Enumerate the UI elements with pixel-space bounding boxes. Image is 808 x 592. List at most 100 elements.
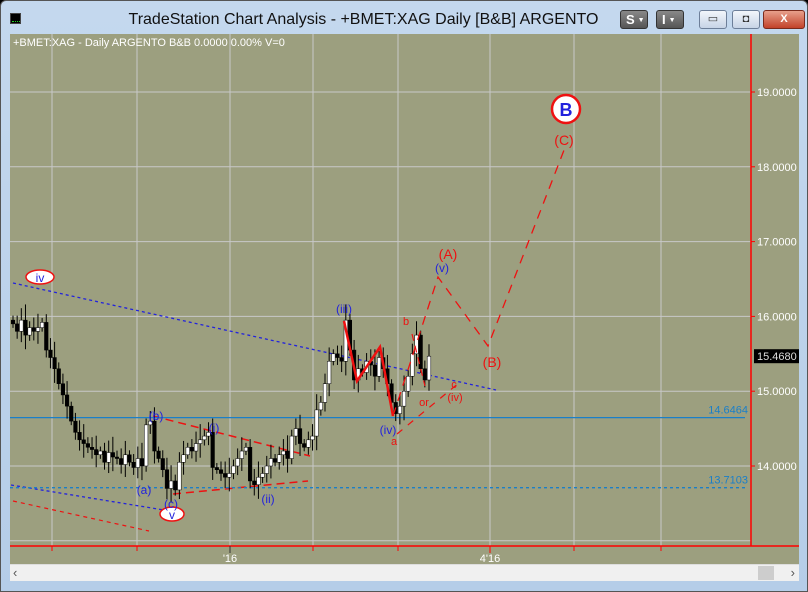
- candle-body: [164, 469, 169, 489]
- candle-body: [198, 439, 203, 444]
- candle-body: [252, 480, 257, 485]
- candle-body: [56, 368, 61, 384]
- s-label: S: [626, 12, 635, 27]
- candle-body: [81, 439, 86, 444]
- candle-body: [285, 450, 290, 459]
- or-label: or: [419, 397, 429, 409]
- price-levels: 14.6464 13.7103: [10, 405, 748, 489]
- s-button[interactable]: S ▼: [620, 10, 648, 29]
- candle-body: [110, 452, 115, 458]
- candle-body: [98, 450, 103, 456]
- wave-a-paren-label: (a): [137, 483, 152, 497]
- wave-ii-label: (ii): [261, 492, 274, 506]
- scroll-right-icon[interactable]: ›: [791, 565, 795, 580]
- last-price-label: 15.4680: [757, 351, 797, 363]
- candle-body: [60, 383, 65, 396]
- horizontal-scrollbar[interactable]: ‹ ›: [10, 564, 799, 581]
- candles: [10, 304, 432, 503]
- candle-body: [65, 394, 70, 407]
- candle-body: [256, 476, 261, 485]
- candle-body: [152, 420, 157, 452]
- candle-body: [335, 353, 340, 358]
- candle-body: [123, 454, 128, 465]
- candle-body: [310, 435, 315, 441]
- candle-body: [131, 462, 136, 468]
- candle-body: [302, 443, 307, 448]
- candle-body: [10, 319, 16, 325]
- candle-body: [52, 357, 57, 370]
- restore-button[interactable]: ◘: [732, 10, 760, 29]
- candle-body: [177, 462, 182, 491]
- candle-body: [426, 355, 432, 381]
- candle-body: [202, 435, 207, 441]
- candle-body: [77, 432, 82, 441]
- wave-b-paren-label: (b): [149, 409, 164, 423]
- candle-body: [268, 458, 273, 467]
- i-label: I: [662, 12, 666, 27]
- candle-body: [377, 357, 382, 377]
- price-level-label: 13.7103: [708, 475, 748, 487]
- candle-body: [210, 432, 215, 468]
- y-tick-label: 15.0000: [757, 386, 797, 398]
- candle-body: [44, 322, 49, 351]
- candle-body: [94, 449, 99, 456]
- price-level-label: 14.6464: [708, 405, 748, 417]
- projection-path: [392, 144, 567, 417]
- candle-body: [277, 454, 282, 463]
- minimize-button[interactable]: ▭: [699, 10, 727, 29]
- candle-body: [331, 353, 336, 362]
- i-button[interactable]: I ▼: [656, 10, 684, 29]
- price-chart[interactable]: 14.6464 13.7103 iv v B (v) (iii) (iv) (b)…: [10, 34, 799, 564]
- dropdown-arrow-icon: ▼: [668, 17, 676, 24]
- candle-body: [227, 473, 232, 478]
- chart-window: TradeStation Chart Analysis - +BMET:XAG …: [0, 0, 808, 592]
- x-tick-label: '16: [223, 553, 237, 564]
- candle-body: [243, 447, 249, 452]
- wave-iv-alt-label: (iv): [447, 392, 462, 404]
- wave-A-label: (A): [439, 246, 458, 262]
- wave-iii-label: (iii): [336, 302, 352, 316]
- candle-body: [119, 458, 124, 465]
- wave-v-label: (v): [435, 261, 449, 275]
- wave-a-small-label: a: [391, 436, 398, 448]
- candle-body: [193, 443, 199, 452]
- candle-body: [173, 480, 178, 491]
- candle-body: [406, 375, 411, 392]
- candle-body: [397, 405, 402, 414]
- candle-body: [185, 447, 190, 456]
- candle-body: [27, 327, 32, 336]
- candle-body: [31, 327, 36, 332]
- candle-body: [273, 458, 278, 463]
- close-button[interactable]: X: [763, 10, 805, 29]
- candle-body: [156, 450, 161, 459]
- candle-body: [318, 402, 323, 411]
- candle-body: [239, 450, 244, 459]
- candle-body: [214, 467, 219, 470]
- candle-body: [248, 447, 253, 482]
- candle-body: [144, 424, 149, 467]
- candle-body: [181, 454, 186, 463]
- price-axis: 19.0000 18.0000 17.0000 16.0000 15.0000 14.00…: [10, 34, 799, 564]
- candle-body: [135, 458, 140, 468]
- candle-body: [401, 390, 407, 407]
- candle-body: [322, 383, 328, 403]
- triangle-upper-line: [152, 415, 311, 457]
- candle-body: [281, 450, 286, 456]
- candle-body: [106, 452, 111, 463]
- candle-body: [114, 456, 120, 459]
- candle-body: [139, 458, 145, 467]
- candle-body: [102, 450, 107, 463]
- y-tick-label: 16.0000: [757, 311, 797, 323]
- candle-body: [235, 458, 240, 467]
- candle-body: [48, 349, 53, 358]
- candle-body: [293, 428, 298, 437]
- window-title: TradeStation Chart Analysis - +BMET:XAG …: [128, 11, 599, 28]
- candle-body: [218, 469, 224, 474]
- chart-canvas: 14.646413.7103 iv v B (v) (iii) (iv) (b)…: [10, 34, 799, 564]
- candle-body: [19, 319, 24, 332]
- wave-i-label: (i): [209, 421, 220, 435]
- y-tick-label: 19.0000: [757, 87, 797, 99]
- candle-body: [422, 368, 427, 381]
- scroll-thumb[interactable]: [758, 566, 774, 580]
- scroll-left-icon[interactable]: ‹: [13, 565, 17, 580]
